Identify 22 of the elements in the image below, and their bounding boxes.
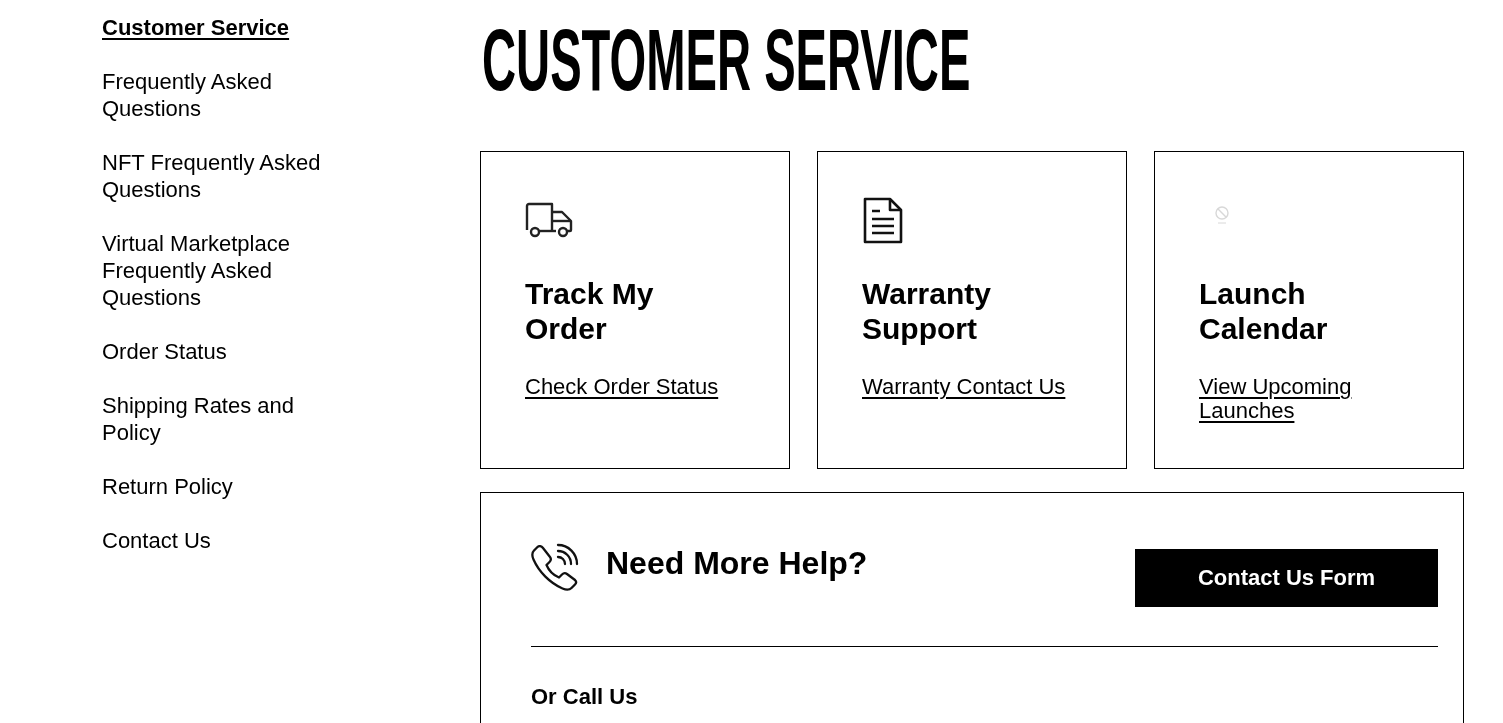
sidebar-link[interactable]: Customer Service: [102, 14, 290, 41]
sidebar-link[interactable]: Return Policy: [102, 473, 233, 500]
contact-form-button[interactable]: Contact Us Form: [1135, 549, 1438, 607]
card-link[interactable]: Check Order Status: [525, 375, 719, 399]
sidebar-link[interactable]: Contact Us: [102, 527, 211, 554]
document-icon: [863, 196, 903, 244]
page-title: CUSTOMER SERVICE: [482, 16, 971, 104]
card-link[interactable]: View Upcoming Launches: [1199, 375, 1439, 423]
sidebar-link[interactable]: NFT Frequently Asked Questions: [102, 149, 342, 203]
sidebar-link[interactable]: Shipping Rates and Policy: [102, 392, 342, 446]
card-title: Track My Order: [525, 276, 655, 346]
sidebar-link[interactable]: Order Status: [102, 338, 227, 365]
truck-icon: [525, 202, 573, 238]
card-link[interactable]: Warranty Contact Us: [862, 375, 1066, 399]
card-title: Launch Calendar: [1199, 276, 1329, 346]
sidebar-link[interactable]: Virtual Marketplace Frequently Asked Questions: [102, 230, 342, 311]
help-heading: Need More Help?: [606, 544, 869, 583]
card-title: Warranty Support: [862, 276, 992, 346]
sidebar-link[interactable]: Frequently Asked Questions: [102, 68, 342, 122]
phone-icon: [531, 543, 579, 591]
call-heading: Or Call Us: [531, 684, 639, 710]
no-image-icon: [1214, 206, 1230, 224]
